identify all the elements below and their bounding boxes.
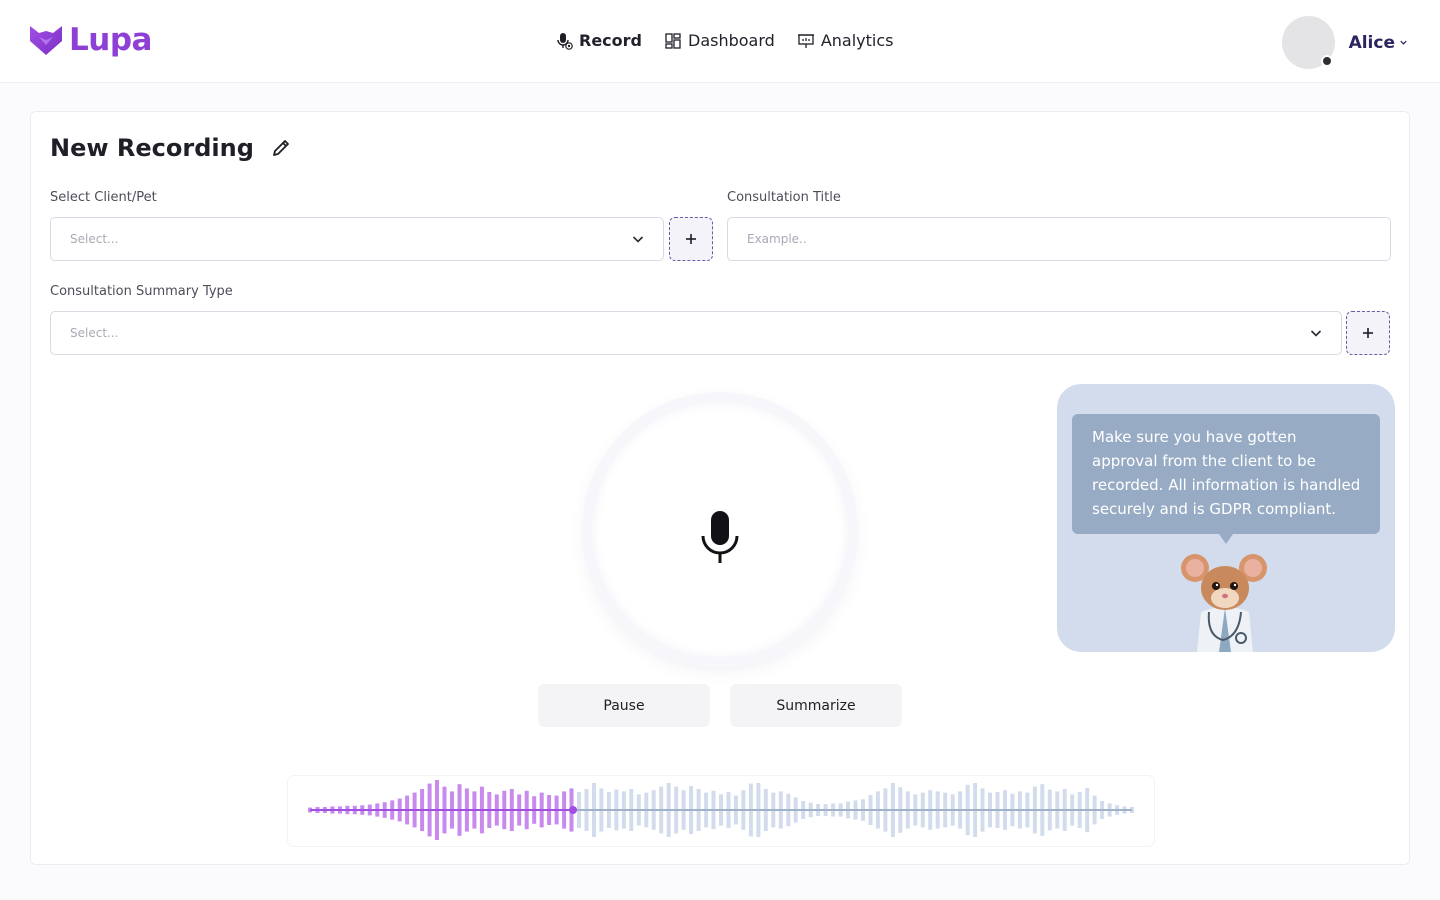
user-menu: Alice (1281, 16, 1408, 69)
page-title: New Recording (50, 134, 254, 162)
summarize-button[interactable]: Summarize (730, 684, 902, 727)
nav-label-analytics: Analytics (820, 31, 894, 50)
title-field-label: Consultation Title (727, 190, 841, 205)
nav-item-analytics[interactable]: Analytics (797, 31, 894, 50)
summary-field-label: Consultation Summary Type (50, 284, 233, 299)
fox-logo-icon (30, 26, 62, 55)
consent-tip-card: Make sure you have gotten approval from … (1057, 384, 1395, 652)
user-menu-toggle[interactable]: Alice (1349, 33, 1408, 53)
tip-text: Make sure you have gotten approval from … (1092, 428, 1361, 518)
main-nav: Record Dashboard Analytics (555, 31, 893, 50)
consultation-title-input[interactable]: Example.. (727, 217, 1391, 261)
nav-item-dashboard[interactable]: Dashboard (664, 31, 775, 50)
add-client-button[interactable] (669, 217, 713, 261)
mouse-vet-mascot-icon (1181, 554, 1267, 652)
summary-type-placeholder: Select... (70, 326, 119, 340)
status-dot (1320, 55, 1333, 67)
nav-label-record: Record (579, 31, 642, 50)
nav-item-record[interactable]: Record (555, 31, 642, 50)
client-field-label: Select Client/Pet (50, 190, 157, 205)
waveform-graphic (308, 780, 1134, 840)
microphone-icon (557, 32, 573, 50)
plus-icon (686, 234, 696, 244)
chevron-down-icon (632, 236, 644, 243)
avatar[interactable] (1281, 16, 1335, 69)
plus-icon (1363, 328, 1373, 338)
client-select-placeholder: Select... (70, 232, 119, 246)
pause-button[interactable]: Pause (538, 684, 710, 727)
recording-card: New Recording Select Client/Pet Select..… (30, 111, 1410, 865)
add-summary-type-button[interactable] (1346, 311, 1390, 355)
chevron-down-icon (1310, 330, 1322, 337)
pencil-edit-icon[interactable] (270, 137, 292, 159)
chevron-down-icon (1400, 40, 1407, 45)
presentation-board-icon (797, 33, 814, 48)
client-select[interactable]: Select... (50, 217, 664, 261)
summary-type-select[interactable]: Select... (50, 311, 1342, 355)
playhead-handle[interactable] (569, 806, 578, 814)
title-row: New Recording (50, 134, 292, 162)
user-name: Alice (1348, 32, 1395, 53)
top-navigation-bar: Lupa Record Dashboard Analytics Alice (0, 0, 1440, 83)
microphone-icon (701, 511, 739, 563)
audio-waveform[interactable] (288, 776, 1154, 846)
brand-name: Lupa (69, 22, 152, 58)
nav-label-dashboard: Dashboard (688, 31, 775, 50)
tip-speech-bubble: Make sure you have gotten approval from … (1072, 414, 1380, 534)
dashboard-grid-icon (665, 32, 681, 49)
consultation-title-placeholder: Example.. (747, 232, 807, 246)
brand-logo[interactable]: Lupa (29, 22, 152, 58)
speech-bubble-tail (1219, 534, 1233, 544)
